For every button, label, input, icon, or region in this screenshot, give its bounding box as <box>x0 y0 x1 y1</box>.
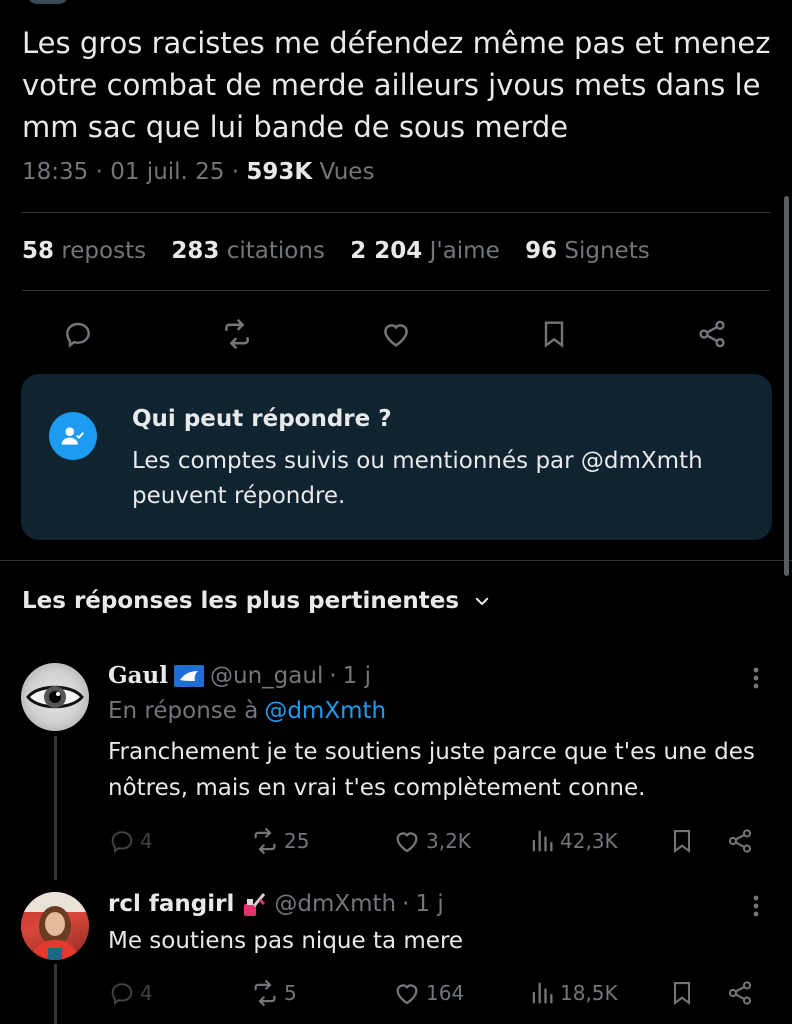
flag-icon <box>174 664 205 687</box>
views-button[interactable]: 18,5K <box>528 978 618 1008</box>
previous-avatar-edge <box>26 0 70 4</box>
display-name[interactable]: rcl fangirl <box>108 891 234 917</box>
reply-text: Me soutiens pas nique ta mere <box>108 928 464 954</box>
eye-image <box>26 685 84 709</box>
like-button[interactable] <box>376 314 416 354</box>
share-icon <box>728 829 752 853</box>
reply-age: 1 j <box>415 891 444 917</box>
divider <box>22 290 770 291</box>
reposts-stat[interactable]: 58 reposts <box>22 238 146 264</box>
bookmark-icon <box>544 321 564 348</box>
reply-button[interactable]: 4 <box>108 978 153 1008</box>
repost-icon <box>254 828 276 854</box>
display-name[interactable]: Gaul <box>108 662 168 689</box>
views-label: Vues <box>319 159 375 185</box>
bookmark-button[interactable] <box>668 826 696 856</box>
handle[interactable]: @dmXmth <box>274 891 396 917</box>
bookmark-button[interactable] <box>668 978 696 1008</box>
share-icon <box>699 320 725 348</box>
sort-label: Les réponses les plus pertinentes <box>22 588 460 614</box>
replies-sort-selector[interactable]: Les réponses les plus pertinentes <box>22 588 491 614</box>
views-count[interactable]: 593K <box>246 159 312 185</box>
bookmark-button[interactable] <box>534 314 574 354</box>
views-icon <box>532 982 553 1004</box>
like-button[interactable]: 3,2K <box>392 826 471 856</box>
share-button[interactable] <box>692 314 732 354</box>
tweet-text: Les gros racistes me défendez même pas e… <box>22 26 771 144</box>
share-button[interactable] <box>726 978 754 1008</box>
meta-separator: · <box>95 159 111 185</box>
avatar[interactable] <box>21 892 89 960</box>
views-button[interactable]: 42,3K <box>528 826 618 856</box>
reply-action-bar: 4 5 164 18,5K <box>108 978 768 1008</box>
handle[interactable]: @un_gaul <box>210 663 323 689</box>
who-can-reply-title: Qui peut répondre ? <box>132 406 392 432</box>
scrollbar[interactable] <box>784 196 789 576</box>
repost-button[interactable]: 25 <box>250 826 309 856</box>
tweet-meta: 18:35 · 01 juil. 25 · 593K Vues <box>22 159 374 185</box>
repost-icon <box>225 319 249 349</box>
repost-button[interactable]: 5 <box>250 978 297 1008</box>
tweet-date: 01 juil. 25 <box>110 159 225 185</box>
who-can-reply-body: Les comptes suivis ou mentionnés par @dm… <box>132 448 703 509</box>
person-check-icon <box>49 412 97 460</box>
reply-header: rcl fangirl @dmXmth · 1 j <box>108 890 444 918</box>
reply-text: Franchement je te soutiens juste parce q… <box>108 739 755 801</box>
section-divider <box>0 560 792 561</box>
more-options-button[interactable] <box>744 666 768 690</box>
more-dots-icon <box>753 667 759 689</box>
avatar[interactable] <box>21 663 89 731</box>
engagement-stats: 58 reposts 283 citations 2 204 J'aime 96… <box>22 238 668 264</box>
share-icon <box>728 981 752 1005</box>
reply-button[interactable] <box>58 314 98 354</box>
reply-icon <box>66 322 90 348</box>
reply-header: Gaul @un_gaul · 1 j <box>108 662 371 689</box>
repost-button[interactable] <box>217 314 257 354</box>
divider <box>22 212 770 213</box>
mention-link[interactable]: @dmXmth <box>264 698 386 724</box>
nail-polish-icon <box>240 890 268 918</box>
thread-line <box>54 964 57 1024</box>
reply-icon <box>111 831 133 854</box>
reply-icon <box>111 983 133 1006</box>
repost-icon <box>254 980 276 1006</box>
bookmarks-stat[interactable]: 96 Signets <box>525 238 650 264</box>
like-button[interactable]: 164 <box>392 978 464 1008</box>
likes-stat[interactable]: 2 204 J'aime <box>350 238 500 264</box>
views-icon <box>532 830 553 852</box>
tweet-time: 18:35 <box>22 159 89 185</box>
thread-line <box>54 736 57 880</box>
reply-action-bar: 4 25 3,2K 42,3K <box>108 826 768 856</box>
heart-icon <box>384 324 408 347</box>
chevron-down-icon <box>475 597 489 605</box>
share-button[interactable] <box>726 826 754 856</box>
heart-icon <box>396 984 418 1005</box>
in-reply-to: En réponse à @dmXmth <box>108 698 387 724</box>
profile-photo <box>21 892 89 960</box>
reply-button[interactable]: 4 <box>108 826 153 856</box>
meta-separator: · <box>231 159 247 185</box>
tweet-action-bar <box>0 314 792 354</box>
bookmark-icon <box>673 830 691 854</box>
more-dots-icon <box>753 895 759 917</box>
bookmark-icon <box>673 982 691 1006</box>
more-options-button[interactable] <box>744 894 768 918</box>
heart-icon <box>396 832 418 853</box>
reply-age: 1 j <box>342 662 371 689</box>
quotes-stat[interactable]: 283 citations <box>171 238 325 264</box>
